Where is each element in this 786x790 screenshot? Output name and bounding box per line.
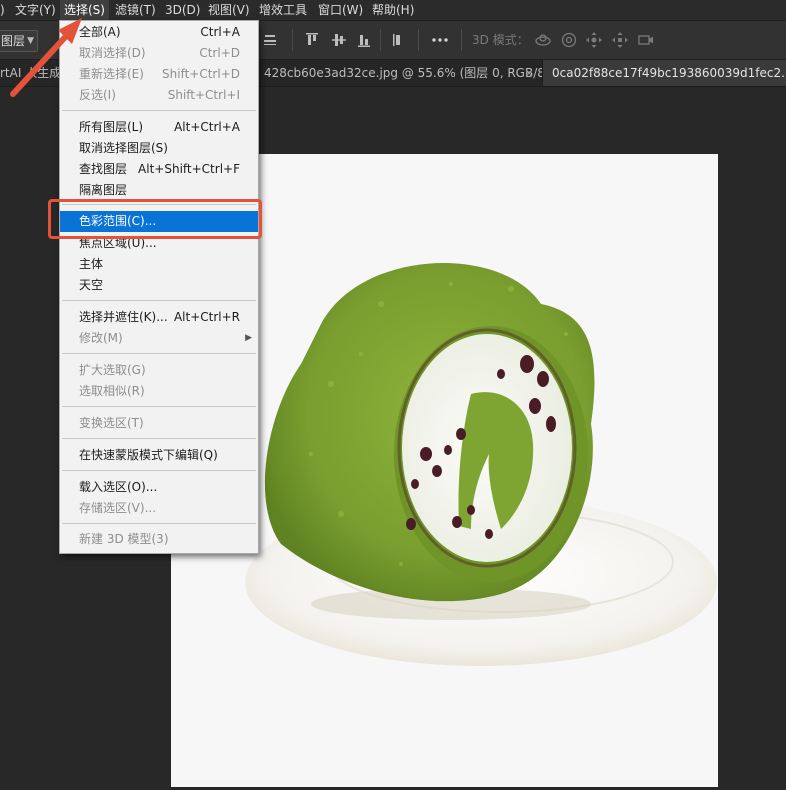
menu-separator (62, 204, 256, 205)
tab-document-2[interactable]: 428cb60e3ad32ce.jpg @ 55.6% (图层 0, RGB/8… (258, 60, 543, 86)
menu-item-select-all[interactable]: 全部(A) Ctrl+A (60, 22, 258, 43)
dropdown-value: 图层 (1, 34, 26, 48)
submenu-arrow-icon: ▶ (245, 333, 252, 343)
divider (380, 29, 381, 51)
menu-item-subject[interactable]: 主体 (60, 254, 258, 275)
menu-separator (62, 353, 256, 354)
menu-item-3d[interactable]: 3D(D) (161, 0, 204, 20)
menu-item-transform-selection[interactable]: 变换选区(T) (60, 413, 258, 434)
more-options-icon[interactable] (431, 31, 449, 49)
menu-separator (62, 523, 256, 524)
menu-separator (62, 406, 256, 407)
align-left-icon[interactable] (390, 31, 408, 49)
tab-label: 0ca02f88ce17f49bc193860039d1fec2.png @ (552, 66, 786, 80)
menu-item-focus-area[interactable]: 焦点区域(U)... (60, 233, 258, 254)
menu-item-isolate-layers[interactable]: 隔离图层 (60, 180, 258, 201)
3d-slide-icon[interactable] (611, 31, 629, 49)
menu-item-quick-mask[interactable]: 在快速蒙版模式下编辑(Q) (60, 445, 258, 466)
menu-item-all-layers[interactable]: 所有图层(L) Alt+Ctrl+A (60, 117, 258, 138)
menu-item-save-selection[interactable]: 存储选区(V)... (60, 498, 258, 519)
menu-item-grow[interactable]: 扩大选取(G) (60, 360, 258, 381)
close-icon[interactable]: × (524, 60, 534, 86)
divider (418, 29, 419, 51)
menu-item-filter[interactable]: 滤镜(T) (111, 0, 160, 20)
menu-separator (62, 438, 256, 439)
tab-document-1[interactable]: rtAI 人生成, (0, 60, 67, 86)
divider (292, 29, 293, 51)
menu-item-new-3d-model[interactable]: 新建 3D 模型(3) (60, 529, 258, 550)
tab-label: 428cb60e3ad32ce.jpg @ 55.6% (图层 0, RGB/8… (264, 66, 543, 80)
align-top-icon[interactable] (303, 31, 321, 49)
menu-item-plugins[interactable]: 增效工具 (255, 0, 311, 20)
menu-item-help[interactable]: 帮助(H) (368, 0, 418, 20)
menu-separator (62, 110, 256, 111)
menu-item-reselect[interactable]: 重新选择(E) Shift+Ctrl+D (60, 64, 258, 85)
select-menu-dropdown: 全部(A) Ctrl+A 取消选择(D) Ctrl+D 重新选择(E) Shif… (59, 20, 259, 554)
3d-orbit-icon[interactable] (534, 31, 552, 49)
menu-item-find-layers[interactable]: 查找图层 Alt+Shift+Ctrl+F (60, 159, 258, 180)
menu-item-select-and-mask[interactable]: 选择并遮住(K)... Alt+Ctrl+R (60, 307, 258, 328)
3d-roll-icon[interactable] (560, 31, 578, 49)
menu-item-deselect[interactable]: 取消选择(D) Ctrl+D (60, 43, 258, 64)
menu-item-select[interactable]: 选择(S) (60, 0, 109, 20)
menu-item-window[interactable]: 窗口(W) (314, 0, 367, 20)
align-bottom-edge-icon[interactable] (261, 31, 279, 49)
menu-item-similar[interactable]: 选取相似(R) (60, 381, 258, 402)
3d-pan-icon[interactable] (585, 31, 603, 49)
menu-item-sky[interactable]: 天空 (60, 275, 258, 296)
chevron-down-icon: ▼ (27, 36, 34, 46)
menu-separator (62, 300, 256, 301)
menu-bar: ) 文字(Y) 选择(S) 滤镜(T) 3D(D) 视图(V) 增效工具 窗口(… (0, 0, 786, 21)
3d-scale-camera-icon[interactable] (637, 31, 655, 49)
3d-mode-label: 3D 模式： (472, 33, 529, 47)
menu-item-load-selection[interactable]: 载入选区(O)... (60, 477, 258, 498)
menu-item-color-range[interactable]: 色彩范围(C)... (60, 211, 258, 232)
tab-label: rtAI 人生成, (0, 66, 66, 80)
divider (461, 29, 462, 51)
menu-item-deselect-layers[interactable]: 取消选择图层(S) (60, 138, 258, 159)
menu-separator (62, 470, 256, 471)
align-bottom-icon[interactable] (355, 31, 373, 49)
menu-item-view[interactable]: 视图(V) (204, 0, 254, 20)
auto-select-target-dropdown[interactable]: 图层 ▼ (0, 30, 38, 52)
menu-item-image-partial[interactable]: ) (0, 0, 9, 20)
align-vertical-center-icon[interactable] (330, 31, 348, 49)
tab-document-3-active[interactable]: 0ca02f88ce17f49bc193860039d1fec2.png @ (543, 60, 786, 86)
menu-item-inverse[interactable]: 反选(I) Shift+Ctrl+I (60, 85, 258, 106)
menu-item-text[interactable]: 文字(Y) (11, 0, 60, 20)
menu-item-modify[interactable]: 修改(M) ▶ (60, 328, 258, 349)
